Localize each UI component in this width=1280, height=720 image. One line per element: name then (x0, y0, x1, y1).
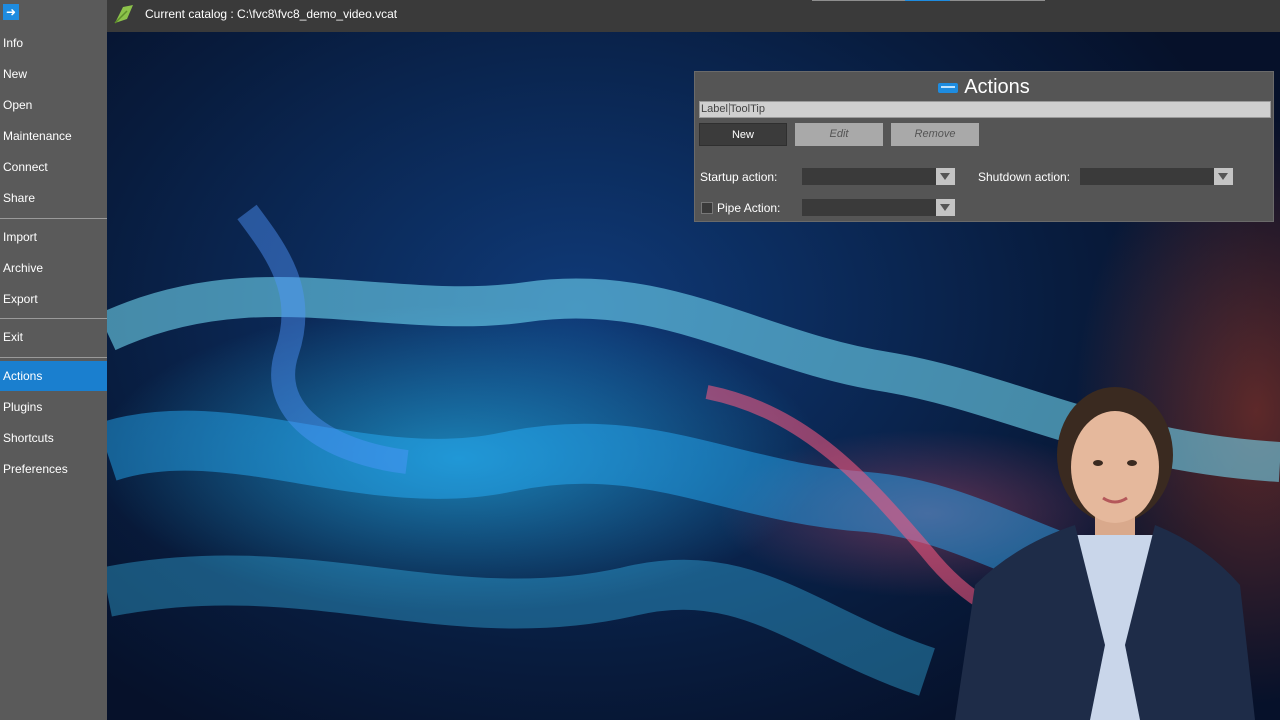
sidebar-divider (0, 357, 107, 358)
pipe-action-label: Pipe Action: (717, 201, 781, 215)
sidebar-item-new[interactable]: New (0, 59, 107, 89)
sidebar-item-actions[interactable]: Actions (0, 361, 107, 391)
label-tooltip-field[interactable]: Label ToolTip (699, 101, 1271, 118)
remove-button[interactable]: Remove (891, 123, 979, 146)
sidebar-item-connect[interactable]: Connect (0, 152, 107, 182)
new-button[interactable]: New (699, 123, 787, 146)
sidebar-divider (0, 318, 107, 319)
shutdown-action-select[interactable] (1080, 168, 1233, 185)
top-divider-highlight (905, 0, 950, 1)
chevron-down-icon[interactable] (936, 168, 955, 185)
sidebar-item-share[interactable]: Share (0, 183, 107, 213)
pipe-action-select[interactable] (802, 199, 955, 216)
back-arrow-icon[interactable]: ➜ (3, 4, 19, 20)
presenter-video-overlay (955, 387, 1255, 720)
sidebar-item-open[interactable]: Open (0, 90, 107, 120)
startup-action-label: Startup action: (700, 170, 778, 184)
sidebar-divider (0, 218, 107, 219)
sidebar-item-shortcuts[interactable]: Shortcuts (0, 423, 107, 453)
tooltip-column: ToolTip (729, 103, 765, 115)
sidebar-item-info[interactable]: Info (0, 28, 107, 58)
sidebar-item-archive[interactable]: Archive (0, 253, 107, 283)
actions-panel-header: Actions (695, 74, 1273, 100)
startup-action-select[interactable] (802, 168, 955, 185)
chevron-down-icon[interactable] (936, 199, 955, 216)
sidebar: ➜ Info New Open Maintenance Connect Shar… (0, 0, 107, 720)
chevron-down-icon[interactable] (1214, 168, 1233, 185)
leaf-icon (114, 5, 133, 24)
label-column: Label (701, 103, 730, 115)
actions-panel-title: Actions (964, 76, 1030, 98)
sidebar-item-export[interactable]: Export (0, 284, 107, 314)
actions-panel: Actions Label ToolTip New Edit Remove Sta… (694, 71, 1274, 222)
sidebar-item-import[interactable]: Import (0, 222, 107, 252)
sidebar-item-preferences[interactable]: Preferences (0, 454, 107, 484)
pipe-action-checkbox[interactable] (701, 202, 713, 214)
actions-icon (938, 82, 959, 93)
shutdown-action-label: Shutdown action: (978, 170, 1071, 184)
title-bar: Current catalog : C:\fvc8\fvc8_demo_vide… (107, 0, 1280, 32)
edit-button[interactable]: Edit (795, 123, 883, 146)
sidebar-item-plugins[interactable]: Plugins (0, 392, 107, 422)
current-catalog-label: Current catalog : C:\fvc8\fvc8_demo_vide… (145, 7, 398, 21)
sidebar-item-exit[interactable]: Exit (0, 322, 107, 352)
sidebar-item-maintenance[interactable]: Maintenance (0, 121, 107, 151)
